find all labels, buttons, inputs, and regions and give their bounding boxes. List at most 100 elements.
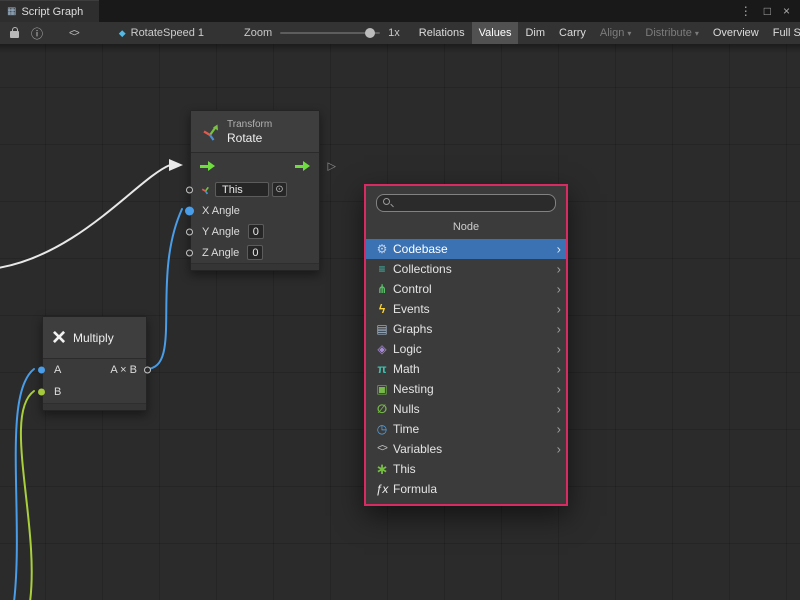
- finder-item-variables[interactable]: <> Variables ›: [366, 439, 566, 459]
- multiply-node[interactable]: × Multiply A A × B B: [42, 316, 147, 411]
- finder-item-collections[interactable]: ≡ Collections ›: [366, 259, 566, 279]
- window-controls: ⋮ □ ×: [740, 0, 800, 22]
- input-b-port[interactable]: [38, 389, 45, 396]
- lock-icon: [10, 31, 19, 38]
- submenu-chevron-icon: ›: [557, 342, 561, 357]
- wire-input-b[interactable]: [21, 391, 34, 600]
- distribute-button[interactable]: Distribute ▾: [638, 22, 705, 44]
- finder-item-control[interactable]: ⋔ Control ›: [366, 279, 566, 299]
- finder-item-graphs[interactable]: ▤ Graphs ›: [366, 319, 566, 339]
- z-angle-label: Z Angle: [202, 247, 239, 259]
- graph-asset-icon: ◆: [119, 28, 126, 39]
- finder-item-this[interactable]: ∗ This: [366, 459, 566, 479]
- finder-item-events[interactable]: ϟ Events ›: [366, 299, 566, 319]
- info-button[interactable]: ⓘ: [25, 24, 49, 42]
- finder-search-field[interactable]: [376, 194, 556, 212]
- input-a-port[interactable]: [38, 367, 45, 374]
- distribute-label: Distribute: [645, 27, 691, 39]
- finder-item-label: Nesting: [393, 382, 434, 396]
- flow-output-arrow-icon[interactable]: [295, 161, 310, 171]
- zoom-slider-knob[interactable]: [365, 28, 375, 38]
- finder-item-list: ⚙ Codebase › ≡ Collections › ⋔ Control ›…: [366, 239, 566, 504]
- finder-item-label: Events: [393, 302, 430, 316]
- node-category: Transform: [227, 119, 272, 131]
- y-angle-port[interactable]: [186, 228, 193, 235]
- relations-button[interactable]: Relations: [412, 22, 472, 44]
- finder-item-nulls[interactable]: ∅ Nulls ›: [366, 399, 566, 419]
- submenu-chevron-icon: ›: [557, 242, 561, 257]
- finder-item-codebase[interactable]: ⚙ Codebase ›: [366, 239, 566, 259]
- flow-input-arrow-icon[interactable]: [200, 161, 215, 171]
- z-angle-input[interactable]: 0: [247, 245, 263, 260]
- finder-item-nesting[interactable]: ▣ Nesting ›: [366, 379, 566, 399]
- finder-item-label: Nulls: [393, 402, 420, 416]
- dim-button[interactable]: Dim: [518, 22, 552, 44]
- x-angle-label: X Angle: [202, 205, 240, 217]
- finder-item-math[interactable]: π Math ›: [366, 359, 566, 379]
- finder-item-label: Math: [393, 362, 420, 376]
- input-a-label: A: [54, 364, 61, 376]
- close-icon[interactable]: ×: [783, 5, 790, 17]
- y-angle-input[interactable]: 0: [248, 224, 264, 239]
- finder-search-input[interactable]: [397, 197, 547, 209]
- tab-title: Script Graph: [21, 6, 83, 18]
- search-icon: [383, 198, 390, 205]
- graph-canvas[interactable]: Transform Rotate ▷ This ⊙: [0, 44, 800, 600]
- this-port[interactable]: [186, 186, 193, 193]
- output-port[interactable]: [144, 367, 151, 374]
- y-angle-label: Y Angle: [202, 226, 240, 238]
- unity-script-graph-window: ▦ Script Graph ⋮ □ × ⓘ <> ◆ RotateSpeed …: [0, 0, 800, 600]
- self-icon: ∗: [374, 462, 390, 477]
- clock-icon: ◷: [374, 423, 390, 435]
- align-button[interactable]: Align ▾: [593, 22, 638, 44]
- window-menu-icon[interactable]: ⋮: [740, 5, 752, 17]
- node-header: × Multiply: [43, 317, 146, 359]
- z-angle-port[interactable]: [186, 249, 193, 256]
- x-angle-row: X Angle: [191, 200, 319, 221]
- null-icon: ∅: [374, 403, 390, 415]
- finder-item-label: Collections: [393, 262, 452, 276]
- zoom-slider[interactable]: [280, 32, 380, 34]
- finder-item-time[interactable]: ◷ Time ›: [366, 419, 566, 439]
- output-label: A × B: [110, 364, 137, 376]
- finder-item-label: Codebase: [393, 242, 448, 256]
- lightning-icon: ϟ: [374, 303, 390, 315]
- z-angle-row: Z Angle 0: [191, 242, 319, 263]
- tab-script-graph[interactable]: ▦ Script Graph: [0, 0, 99, 22]
- target-field[interactable]: This: [215, 182, 269, 197]
- logic-icon: ◈: [374, 343, 390, 355]
- finder-item-label: Graphs: [393, 322, 432, 336]
- graph-breadcrumb[interactable]: ◆ RotateSpeed 1: [119, 27, 204, 39]
- wire-multiply-to-xangle[interactable]: [146, 209, 182, 369]
- fullscreen-button[interactable]: Full Screen: [766, 22, 800, 44]
- finder-item-label: Control: [393, 282, 432, 296]
- finder-item-label: Logic: [393, 342, 422, 356]
- transform-mini-icon: [200, 184, 211, 195]
- finder-item-formula[interactable]: ƒx Formula: [366, 479, 566, 499]
- node-title: Rotate: [227, 131, 272, 145]
- lock-button[interactable]: [4, 24, 25, 42]
- multiply-row-a: A A × B: [43, 359, 146, 381]
- object-picker-icon[interactable]: ⊙: [272, 182, 287, 197]
- y-angle-row: Y Angle 0: [191, 221, 319, 242]
- maximize-icon[interactable]: □: [764, 5, 771, 17]
- carry-button[interactable]: Carry: [552, 22, 593, 44]
- transform-rotate-node[interactable]: Transform Rotate ▷ This ⊙: [190, 110, 320, 271]
- overview-button[interactable]: Overview: [706, 22, 766, 44]
- values-button[interactable]: Values: [472, 22, 519, 44]
- finder-search-area: [366, 186, 566, 215]
- graph-name: RotateSpeed 1: [131, 27, 204, 39]
- node-footer: [43, 403, 146, 410]
- node-finder-menu: Node ⚙ Codebase › ≡ Collections › ⋔ Cont…: [364, 184, 568, 506]
- wire-flow-in[interactable]: [0, 165, 170, 268]
- node-header: Transform Rotate: [191, 111, 319, 153]
- flow-row: ▷: [191, 153, 319, 179]
- x-angle-port[interactable]: [185, 206, 194, 215]
- submenu-chevron-icon: ›: [557, 362, 561, 377]
- multiply-icon: ×: [52, 328, 66, 348]
- finder-item-logic[interactable]: ◈ Logic ›: [366, 339, 566, 359]
- code-view-button[interactable]: <>: [63, 24, 85, 42]
- branch-icon: ⋔: [374, 283, 390, 295]
- finder-item-label: This: [393, 462, 416, 476]
- wire-input-a[interactable]: [14, 369, 34, 600]
